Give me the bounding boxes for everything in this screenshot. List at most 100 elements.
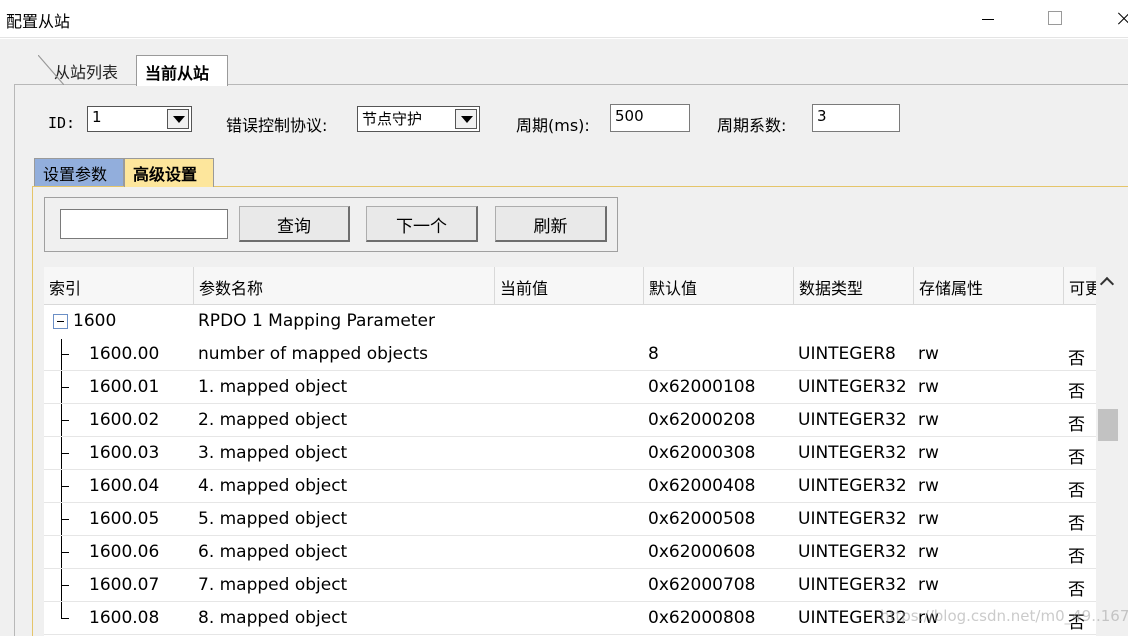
tab-current-slave[interactable]: 当前从站 [136, 55, 228, 86]
column-header-name[interactable]: 参数名称 [194, 267, 495, 305]
table-header: 索引 参数名称 当前值 默认值 数据类型 存储属性 可更 [44, 267, 1096, 305]
row-index: 1600.06 [89, 542, 160, 562]
table-row-parent[interactable]: 1600 RPDO 1 Mapping Parameter [44, 305, 1096, 338]
row-default-value: 0x62000308 [648, 443, 756, 463]
row-storage: rw [918, 542, 939, 562]
row-flag: 否 [1068, 349, 1085, 369]
chevron-up-icon[interactable] [1096, 267, 1120, 297]
window-title: 配置从站 [6, 12, 71, 31]
row-default-value: 0x62000608 [648, 542, 756, 562]
tree-branch [61, 453, 69, 454]
row-index: 1600.00 [89, 344, 160, 364]
row-storage: rw [918, 344, 939, 364]
period-input[interactable]: 500 [610, 104, 690, 132]
row-data-type: UINTEGER32 [798, 542, 907, 562]
parameter-table: 索引 参数名称 当前值 默认值 数据类型 存储属性 可更 1600 RPDO 1… [44, 267, 1096, 636]
table-row[interactable]: 1600.05 5. mapped object 0x62000508 UINTEGE… [44, 503, 1096, 536]
row-name: RPDO 1 Mapping Parameter [198, 311, 435, 331]
table-row[interactable]: 1600.04 4. mapped object 0x62000408 UINTEGE… [44, 470, 1096, 503]
row-data-type: UINTEGER32 [798, 575, 907, 595]
row-name: number of mapped objects [198, 344, 428, 364]
row-data-type: UINTEGER8 [798, 344, 896, 364]
refresh-button[interactable]: 刷新 [495, 206, 607, 242]
search-input[interactable] [60, 209, 228, 239]
tab-slave-list[interactable]: 从站列表 [38, 55, 136, 85]
tree-branch [61, 519, 69, 520]
protocol-value: 节点守护 [362, 110, 423, 128]
column-header-type[interactable]: 数据类型 [794, 267, 914, 305]
row-default-value: 0x62000208 [648, 410, 756, 430]
table-row[interactable]: 1600.06 6. mapped object 0x62000608 UINTEGE… [44, 536, 1096, 569]
minimize-button[interactable] [965, 0, 1011, 38]
maximize-button[interactable] [1031, 0, 1077, 38]
id-combo[interactable]: 1 [87, 106, 192, 132]
vertical-scrollbar[interactable] [1096, 267, 1120, 636]
row-flag: 否 [1068, 514, 1085, 534]
column-header-storage[interactable]: 存储属性 [914, 267, 1064, 305]
row-storage: rw [918, 476, 939, 496]
row-index: 1600.07 [89, 575, 160, 595]
tree-branch [61, 420, 69, 421]
period-label: 周期(ms): [516, 116, 590, 135]
factor-input[interactable]: 3 [812, 104, 900, 132]
protocol-label: 错误控制协议: [226, 116, 328, 135]
chevron-down-icon[interactable] [455, 109, 477, 129]
column-header-flag[interactable]: 可更 [1064, 267, 1096, 305]
table-row[interactable]: 1600.01 1. mapped object 0x62000108 UINTEGE… [44, 371, 1096, 404]
row-storage: rw [918, 443, 939, 463]
table-row[interactable]: 1600.07 7. mapped object 0x62000708 UINTEGE… [44, 569, 1096, 602]
tree-branch [61, 552, 69, 553]
tree-branch [61, 486, 69, 487]
table-row[interactable]: 1600.03 3. mapped object 0x62000308 UINTEGE… [44, 437, 1096, 470]
column-header-default[interactable]: 默认值 [644, 267, 794, 305]
tree-branch [61, 585, 69, 586]
column-header-index[interactable]: 索引 [44, 267, 194, 305]
row-data-type: UINTEGER32 [798, 443, 907, 463]
table-row[interactable]: 1600.00 number of mapped objects 8 UINTEGER… [44, 338, 1096, 371]
row-default-value: 0x62000108 [648, 377, 756, 397]
tab-set-params[interactable]: 设置参数 [34, 158, 124, 186]
tab-advanced-settings[interactable]: 高级设置 [124, 158, 214, 187]
tree-branch [61, 387, 69, 388]
column-header-current[interactable]: 当前值 [495, 267, 644, 305]
row-flag: 否 [1068, 382, 1085, 402]
row-name: 6. mapped object [198, 542, 348, 562]
collapse-icon[interactable] [53, 314, 68, 329]
factor-label: 周期系数: [717, 116, 787, 135]
scroll-thumb[interactable] [1098, 409, 1118, 441]
row-flag: 否 [1068, 481, 1085, 501]
row-flag: 否 [1068, 547, 1085, 567]
protocol-combo[interactable]: 节点守护 [357, 106, 480, 132]
id-value: 1 [92, 108, 102, 126]
chevron-down-icon[interactable] [167, 109, 189, 129]
table-row[interactable]: 1600.02 2. mapped object 0x62000208 UINTEGE… [44, 404, 1096, 437]
row-name: 1. mapped object [198, 377, 348, 397]
row-name: 8. mapped object [198, 608, 348, 628]
row-default-value: 0x62000808 [648, 608, 756, 628]
row-default-value: 0x62000708 [648, 575, 756, 595]
close-button[interactable] [1100, 0, 1128, 38]
title-bar: 配置从站 [0, 0, 1128, 38]
row-data-type: UINTEGER32 [798, 476, 907, 496]
row-index: 1600.08 [89, 608, 160, 628]
query-button[interactable]: 查询 [239, 206, 350, 242]
tree-branch [61, 354, 69, 355]
row-name: 3. mapped object [198, 443, 348, 463]
row-default-value: 0x62000508 [648, 509, 756, 529]
row-index: 1600 [73, 311, 117, 331]
row-index: 1600.03 [89, 443, 160, 463]
row-default-value: 0x62000408 [648, 476, 756, 496]
row-index: 1600.04 [89, 476, 160, 496]
row-flag: 否 [1068, 448, 1085, 468]
row-storage: rw [918, 410, 939, 430]
row-index: 1600.05 [89, 509, 160, 529]
next-button[interactable]: 下一个 [366, 206, 478, 242]
row-storage: rw [918, 575, 939, 595]
row-default-value: 8 [648, 344, 659, 364]
row-flag: 否 [1068, 580, 1085, 600]
row-name: 5. mapped object [198, 509, 348, 529]
row-index: 1600.02 [89, 410, 160, 430]
row-name: 4. mapped object [198, 476, 348, 496]
watermark: https://blog.csdn.net/m0_49..167 [880, 607, 1128, 625]
row-storage: rw [918, 509, 939, 529]
